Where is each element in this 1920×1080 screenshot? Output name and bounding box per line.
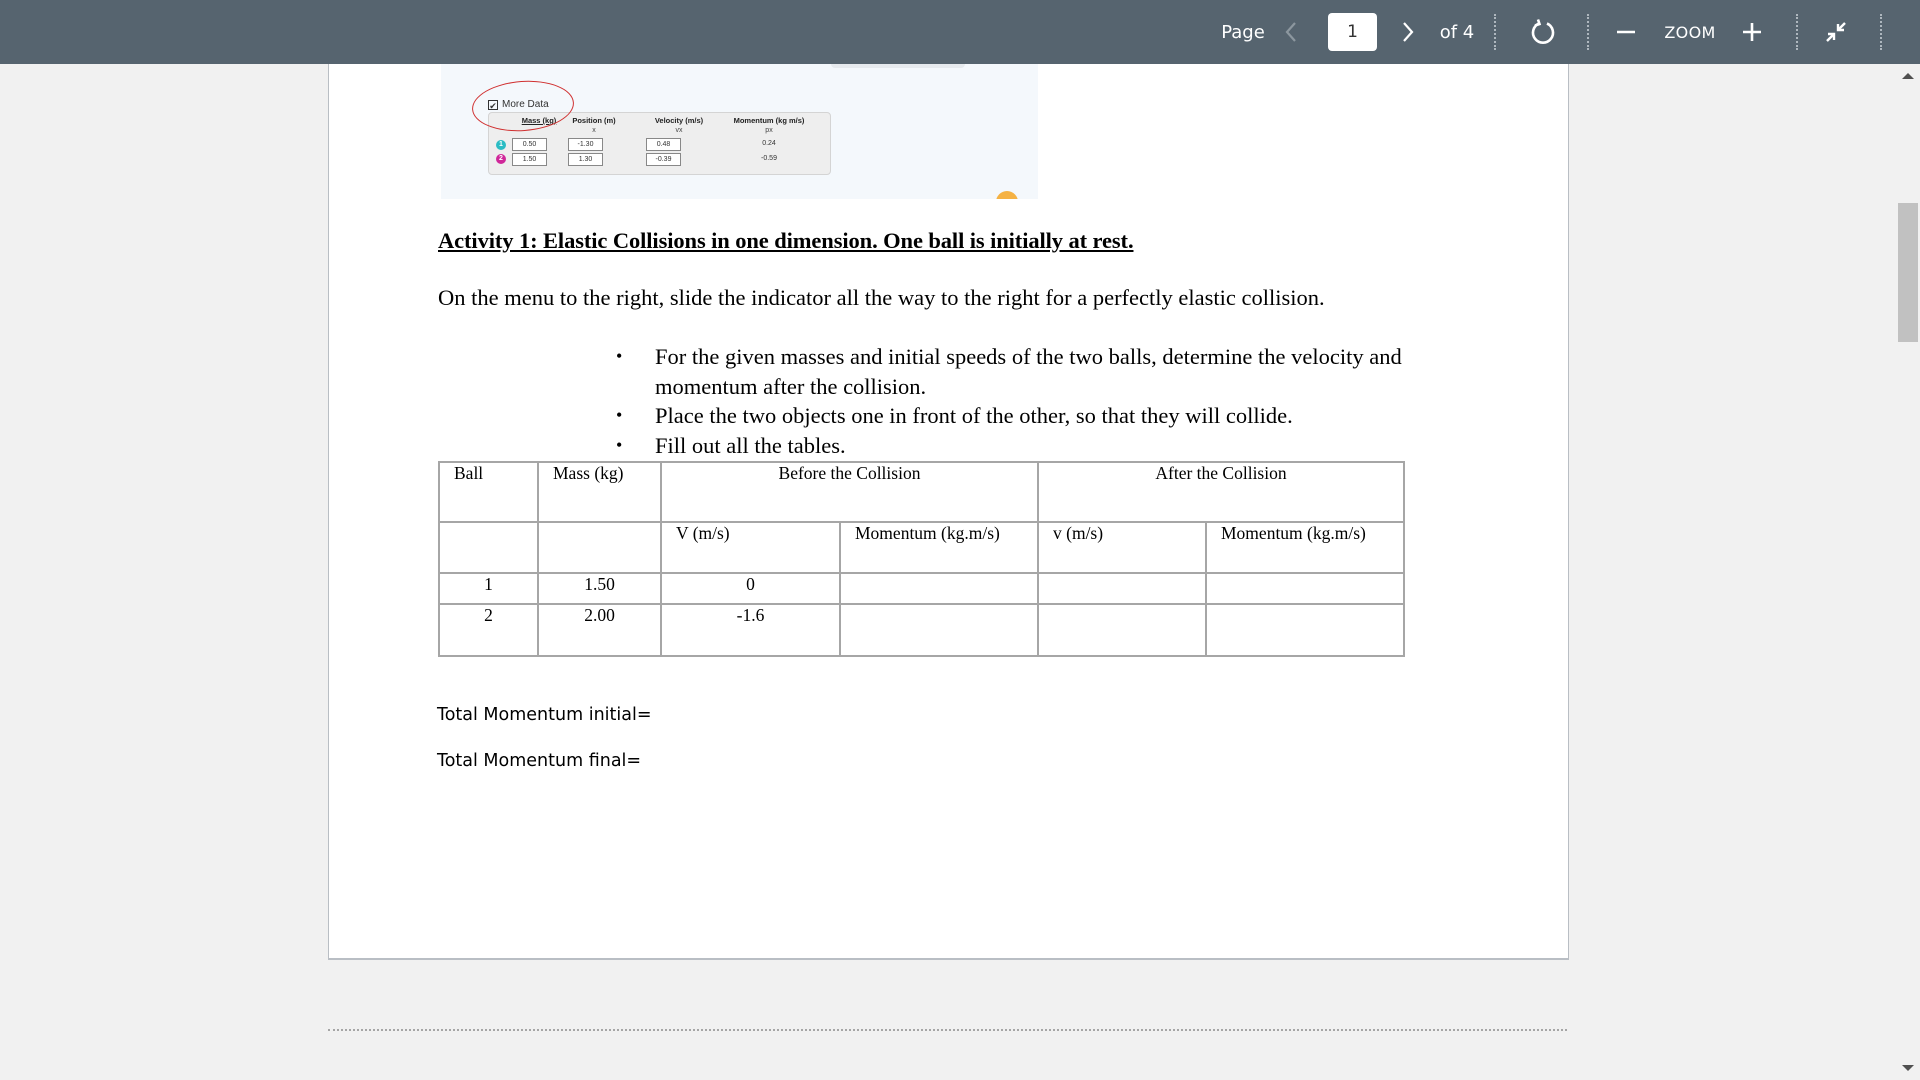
scrollbar-thumb[interactable] [1898, 203, 1918, 342]
minus-icon [1617, 30, 1635, 34]
ball-2-badge: 2 [496, 154, 506, 164]
table-cell [1205, 603, 1405, 657]
orange-button-partial [996, 191, 1018, 199]
table-cell [839, 603, 1039, 657]
scroll-down-arrow-icon[interactable] [1902, 1065, 1914, 1071]
table-cell: 2 [438, 603, 539, 657]
table-cell: 0 [660, 572, 841, 605]
toolbar-divider [1494, 14, 1496, 50]
collision-table: Ball Mass (kg) Before the Collision Afte… [438, 461, 1405, 657]
ball-2-position-field: 1.30 [568, 153, 603, 166]
table-row: 2 2.00 -1.6 [438, 603, 1405, 657]
table-header-row: Ball Mass (kg) Before the Collision Afte… [438, 461, 1405, 523]
subheader-cell [438, 521, 539, 574]
chevron-left-icon [1285, 22, 1296, 42]
zoom-in-button[interactable] [1738, 0, 1766, 64]
bullet-icon: • [616, 346, 623, 366]
table-cell [1037, 572, 1207, 605]
ball-1-badge: 1 [496, 140, 506, 150]
table-cell [1205, 572, 1405, 605]
velocity-symbol: vx [675, 127, 683, 134]
total-pages-label: of 4 [1439, 21, 1475, 43]
ball-1-position-field: -1.30 [568, 138, 603, 151]
table-cell [1037, 603, 1207, 657]
subheader-momentum-after: Momentum (kg.m/s) [1205, 521, 1405, 574]
refresh-button[interactable] [1526, 0, 1560, 64]
ball-2-mass-field: 1.50 [512, 153, 547, 166]
subheader-momentum-before: Momentum (kg.m/s) [839, 521, 1039, 574]
collapse-button[interactable] [1820, 0, 1852, 64]
refresh-icon [1531, 19, 1555, 44]
toolbar-divider [1796, 14, 1798, 50]
instruction-list: • For the given masses and initial speeds… [616, 342, 1436, 460]
list-item-text: Fill out all the tables. [655, 432, 846, 458]
table-cell: 1 [438, 572, 539, 605]
table-cell: 2.00 [537, 603, 662, 657]
previous-page-button[interactable] [1278, 0, 1304, 64]
header-ball: Ball [438, 461, 539, 523]
zoom-out-button[interactable] [1612, 0, 1640, 64]
ball-2-velocity-field: -0.39 [646, 153, 681, 166]
collapse-icon [1826, 22, 1846, 42]
list-item-text: Place the two objects one in front of th… [655, 403, 1293, 428]
momentum-column-header: Momentum (kg m/s) [733, 116, 805, 125]
subheader-velocity-after: v (m/s) [1037, 521, 1207, 574]
table-cell: -1.6 [660, 603, 841, 657]
chevron-right-icon [1403, 22, 1414, 42]
position-column-header: Position (m) [572, 116, 616, 125]
pdf-toolbar: Page of 4 ZOOM [0, 0, 1920, 64]
subheader-cell [537, 521, 662, 574]
embedded-top-bar [831, 64, 965, 68]
toolbar-divider [1587, 14, 1589, 50]
table-cell [839, 572, 1039, 605]
ball-1-velocity-field: 0.48 [646, 138, 681, 151]
table-subheader-row: V (m/s) Momentum (kg.m/s) v (m/s) Moment… [438, 521, 1405, 574]
activity-heading: Activity 1: Elastic Collisions in one di… [438, 228, 1134, 253]
momentum-symbol: px [765, 127, 773, 134]
table-row: 1 1.50 0 [438, 572, 1405, 605]
list-item: • Place the two objects one in front of t… [616, 401, 1436, 431]
page-label: Page [1221, 21, 1265, 43]
ball-2-momentum-value: -0.59 [761, 155, 777, 162]
ball-1-mass-field: 0.50 [512, 138, 547, 151]
list-item: • For the given masses and initial speeds… [616, 342, 1436, 401]
intro-paragraph: On the menu to the right, slide the indi… [438, 285, 1325, 310]
page-number-input[interactable] [1328, 13, 1377, 51]
embedded-simulation-screenshot: ✔ More Data Mass (kg) Position (m) Veloc… [441, 64, 1038, 199]
table-cell: 1.50 [537, 572, 662, 605]
page-separator [328, 1029, 1567, 1031]
header-after-collision: After the Collision [1037, 461, 1405, 523]
subheader-velocity-before: V (m/s) [660, 521, 841, 574]
total-momentum-initial: Total Momentum initial= [437, 705, 652, 725]
next-page-button[interactable] [1395, 0, 1421, 64]
vertical-scrollbar[interactable] [1896, 64, 1920, 1080]
position-symbol: x [592, 127, 596, 134]
bullet-icon: • [616, 434, 623, 455]
scroll-up-arrow-icon[interactable] [1902, 73, 1914, 79]
list-item: • Fill out all the tables. [616, 431, 1436, 461]
total-momentum-final: Total Momentum final= [437, 751, 642, 771]
plus-icon [1743, 23, 1761, 41]
zoom-label: ZOOM [1664, 22, 1716, 42]
bullet-icon: • [616, 405, 623, 425]
header-mass: Mass (kg) [537, 461, 662, 523]
list-item-text: For the given masses and initial speeds … [655, 344, 1402, 399]
ball-1-momentum-value: 0.24 [762, 140, 776, 147]
toolbar-divider [1880, 14, 1882, 50]
velocity-column-header: Velocity (m/s) [654, 116, 704, 125]
header-before-collision: Before the Collision [660, 461, 1039, 523]
